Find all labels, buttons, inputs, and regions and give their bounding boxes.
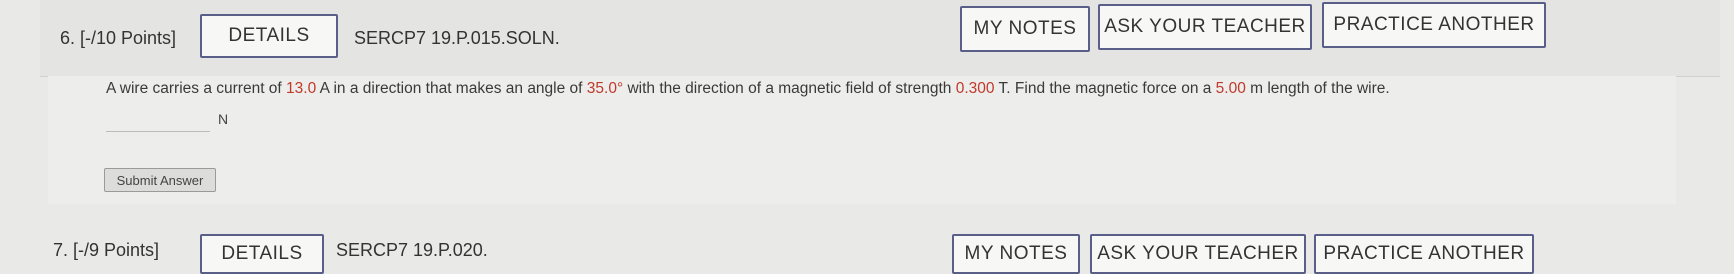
- angle-value: 35.0°: [586, 80, 624, 97]
- question-number: 6. [-/10 Points]: [60, 28, 177, 48]
- details-button[interactable]: DETAILS: [200, 234, 324, 274]
- current-value: 13.0: [286, 80, 317, 97]
- practice-another-button[interactable]: PRACTICE ANOTHER: [1322, 2, 1546, 48]
- practice-another-button[interactable]: PRACTICE ANOTHER: [1314, 234, 1534, 274]
- submit-answer-button[interactable]: Submit Answer: [104, 168, 216, 192]
- question-text: A wire carries a current of 13.0 A in a …: [106, 80, 1390, 98]
- question-text-part: A wire carries a current of: [106, 80, 287, 97]
- question-text-part: m length of the wire.: [1245, 80, 1390, 97]
- my-notes-button[interactable]: MY NOTES: [952, 234, 1080, 274]
- question-text-part: T. Find the magnetic force on a: [994, 80, 1216, 97]
- length-value: 5.00: [1215, 80, 1246, 97]
- answer-unit: N: [218, 111, 229, 127]
- question-7: 7. [-/9 Points] DETAILS SERCP7 19.P.020.…: [40, 226, 1720, 274]
- question-text-part: with the direction of a magnetic field o…: [623, 80, 956, 97]
- question-code: SERCP7 19.P.015.SOLN.: [354, 28, 560, 48]
- details-button[interactable]: DETAILS: [200, 14, 338, 58]
- answer-input[interactable]: [106, 115, 210, 132]
- question-number: 7. [-/9 Points]: [53, 240, 160, 260]
- question-code: SERCP7 19.P.020.: [336, 240, 488, 260]
- question-text-part: A in a direction that makes an angle of: [316, 80, 587, 97]
- ask-your-teacher-button[interactable]: ASK YOUR TEACHER: [1090, 234, 1306, 274]
- ask-your-teacher-button[interactable]: ASK YOUR TEACHER: [1098, 4, 1312, 50]
- field-value: 0.300: [955, 80, 995, 97]
- my-notes-button[interactable]: MY NOTES: [960, 6, 1090, 52]
- question-6-header: 6. [-/10 Points] DETAILS SERCP7 19.P.015…: [40, 0, 1720, 77]
